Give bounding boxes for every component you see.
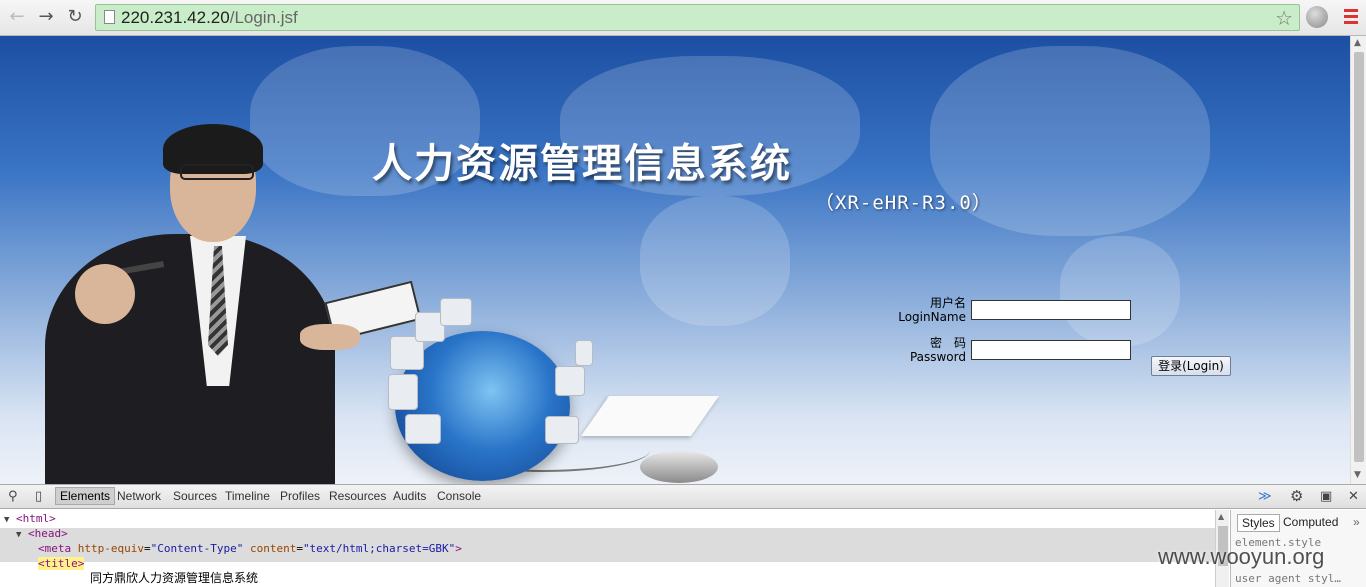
devtools-panel: ⚲ ▯ Elements Network Sources Timeline Pr… — [0, 484, 1366, 587]
tab-timeline[interactable]: Timeline — [225, 489, 270, 503]
close-icon[interactable]: ✕ — [1348, 489, 1359, 504]
bookmark-star-icon[interactable]: ☆ — [1275, 6, 1293, 30]
inspect-search-icon[interactable]: ⚲ — [8, 489, 18, 504]
paper-sheet — [580, 396, 720, 436]
page-scrollbar[interactable]: ▲ ▼ — [1350, 36, 1366, 484]
puzzle-piece — [575, 340, 593, 366]
username-label: 用户名 LoginName — [880, 296, 966, 324]
page-icon — [104, 10, 115, 24]
puzzle-piece — [545, 416, 579, 444]
tab-profiles[interactable]: Profiles — [280, 489, 320, 503]
watermark-text: www.wooyun.org — [1158, 544, 1325, 569]
man-hand — [75, 264, 135, 324]
dom-node-title[interactable]: <title> — [38, 556, 85, 571]
address-bar[interactable]: 220.231.42.20/Login.jsf ☆ — [95, 4, 1300, 31]
dock-icon[interactable]: ▣ — [1320, 489, 1332, 504]
system-version: （XR-eHR-R3.0） — [815, 192, 992, 214]
username-label-en: LoginName — [898, 310, 966, 324]
dom-tree: ▼ <html> ▼ <head> <meta http-equiv="Cont… — [0, 510, 1215, 587]
scroll-up-icon[interactable]: ▲ — [1354, 38, 1361, 48]
menu-icon[interactable] — [1340, 6, 1362, 28]
man-glasses — [180, 164, 254, 180]
forward-arrow-icon[interactable]: → — [35, 6, 57, 28]
computer-mouse-icon — [640, 451, 718, 483]
styles-user-agent: user agent styl… — [1235, 572, 1341, 585]
dom-node-meta[interactable]: <meta http-equiv="Content-Type" content=… — [38, 541, 462, 556]
map-continent — [1060, 236, 1180, 346]
tab-computed[interactable]: Computed — [1279, 514, 1342, 530]
puzzle-piece — [440, 298, 472, 326]
password-input[interactable] — [971, 340, 1131, 360]
tab-audits[interactable]: Audits — [393, 489, 426, 503]
username-label-cn: 用户名 — [929, 296, 966, 310]
tab-network[interactable]: Network — [117, 489, 161, 503]
tab-styles[interactable]: Styles — [1237, 514, 1280, 532]
password-label: 密 码 Password — [880, 336, 966, 364]
man-hand — [300, 324, 360, 350]
tab-resources[interactable]: Resources — [329, 489, 386, 503]
url-host: 220.231.42.20 — [121, 8, 230, 27]
puzzle-piece — [405, 414, 441, 444]
scroll-down-icon[interactable]: ▼ — [1354, 470, 1361, 480]
dom-title-text: 同方鼎欣人力资源管理信息系统 — [90, 571, 259, 585]
username-input[interactable] — [971, 300, 1131, 320]
gear-icon[interactable]: ⚙ — [1290, 487, 1303, 505]
more-tabs-icon[interactable]: » — [1349, 514, 1364, 530]
map-continent — [640, 196, 790, 326]
system-title: 人力资源管理信息系统 — [372, 140, 792, 187]
globe-icon[interactable] — [1306, 6, 1328, 28]
page-viewport: 人力资源管理信息系统 （XR-eHR-R3.0） 用户名 LoginName 密… — [0, 36, 1350, 484]
console-drawer-icon[interactable]: ≫ — [1258, 489, 1272, 504]
browser-toolbar: ← → ↻ 220.231.42.20/Login.jsf ☆ — [0, 0, 1366, 36]
scroll-up-icon[interactable]: ▲ — [1218, 512, 1224, 521]
reload-icon[interactable]: ↻ — [64, 6, 86, 28]
puzzle-piece — [555, 366, 585, 396]
tab-elements[interactable]: Elements — [55, 487, 116, 505]
tab-sources[interactable]: Sources — [173, 489, 217, 503]
password-label-cn: 密 码 — [929, 336, 966, 350]
back-arrow-icon[interactable]: ← — [6, 6, 28, 28]
tab-console[interactable]: Console — [437, 489, 481, 503]
password-label-en: Password — [909, 350, 966, 364]
devtools-tab-bar: ⚲ ▯ Elements Network Sources Timeline Pr… — [0, 485, 1366, 509]
url-text[interactable]: 220.231.42.20/Login.jsf — [121, 8, 298, 28]
puzzle-piece — [388, 374, 418, 410]
device-mode-icon[interactable]: ▯ — [35, 489, 42, 504]
login-button[interactable]: 登录(Login) — [1151, 356, 1231, 376]
scrollbar-thumb[interactable] — [1354, 52, 1364, 462]
url-path: /Login.jsf — [229, 8, 298, 27]
